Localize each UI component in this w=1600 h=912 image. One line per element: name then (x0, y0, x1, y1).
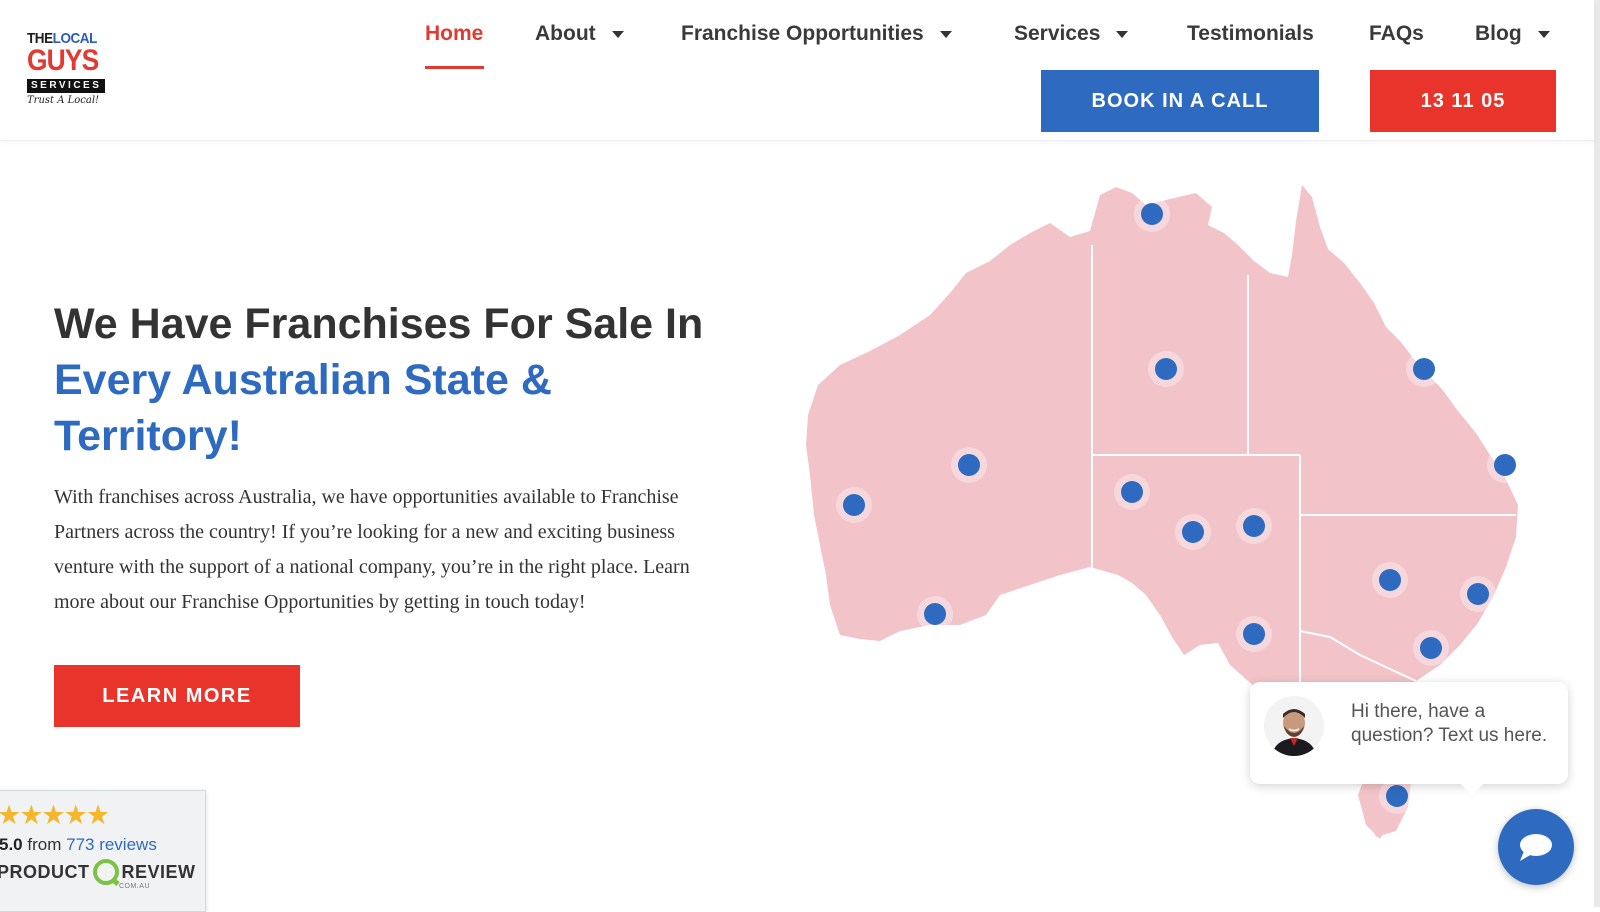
site-logo[interactable]: THELOCAL GUYS SERVICES Trust A Local! (27, 30, 115, 110)
product-review-badge[interactable]: ★★★★★ 5.0 from 773 reviews PRODUCT REVIE… (0, 790, 206, 912)
location-pin-icon (958, 454, 980, 476)
nav-active-indicator (425, 66, 484, 69)
location-pin-icon (1121, 481, 1143, 503)
product-review-q-icon (92, 859, 119, 885)
chat-popup[interactable]: Hi there, have a question? Text us here. (1250, 682, 1568, 795)
chevron-down-icon (1116, 30, 1129, 38)
hero-description: With franchises across Australia, we hav… (54, 486, 690, 613)
chat-open-button[interactable] (1498, 809, 1574, 885)
location-pin-icon (1243, 623, 1265, 645)
page-scrollbar[interactable] (1594, 0, 1600, 907)
nav-blog[interactable]: Blog (1475, 22, 1550, 46)
reviews-count-link[interactable]: 773 reviews (66, 835, 157, 854)
logo-word-services: SERVICES (27, 79, 106, 93)
location-pin-icon (843, 494, 865, 516)
site-header: THELOCAL GUYS SERVICES Trust A Local! Ho… (0, 0, 1594, 141)
book-call-button[interactable]: BOOK IN A CALL (1041, 70, 1319, 132)
nav-home[interactable]: Home (425, 22, 483, 46)
chevron-down-icon (939, 30, 952, 38)
product-review-domain: COM.AU (119, 883, 150, 890)
learn-more-button[interactable]: LEARN MORE (54, 665, 300, 727)
nav-franchise-opportunities[interactable]: Franchise Opportunities (681, 22, 952, 46)
chat-popup-text: Hi there, have a question? Text us here. (1351, 701, 1548, 746)
chat-bubble-icon (1520, 834, 1552, 861)
location-pin-icon (1379, 569, 1401, 591)
rating-score: 5.0 (0, 835, 23, 854)
rating-from: from (27, 835, 62, 854)
location-pin-icon (1386, 785, 1408, 807)
location-pin-icon (1494, 454, 1516, 476)
location-pin-icon (1243, 515, 1265, 537)
location-pin-icon (1420, 637, 1442, 659)
location-pin-icon (924, 603, 946, 625)
hero-title-line3: Territory! (54, 412, 242, 460)
location-pin-icon (1413, 358, 1435, 380)
chevron-down-icon (611, 30, 624, 38)
nav-about[interactable]: About (535, 22, 624, 46)
phone-button[interactable]: 13 11 05 (1370, 70, 1556, 132)
hero-title-line2: Every Australian State & (54, 356, 552, 404)
chat-agent-avatar (1264, 696, 1324, 756)
hero-title: We Have Franchises For Sale In Every Aus… (54, 296, 734, 464)
nav-faqs[interactable]: FAQs (1369, 22, 1424, 46)
location-pin-icon (1155, 358, 1177, 380)
star-rating-icon: ★★★★★ (0, 800, 110, 830)
location-pin-icon (1467, 583, 1489, 605)
nav-services[interactable]: Services (1014, 22, 1129, 46)
logo-word-guys: GUYS (27, 44, 99, 77)
location-pin-icon (1141, 203, 1163, 225)
logo-tagline: Trust A Local! (27, 95, 100, 106)
product-review-logo: PRODUCT REVIEW (0, 859, 196, 885)
chevron-down-icon (1537, 30, 1550, 38)
nav-testimonials[interactable]: Testimonials (1187, 22, 1314, 46)
hero-title-line1: We Have Franchises For Sale In (54, 300, 704, 348)
location-pin-icon (1182, 521, 1204, 543)
